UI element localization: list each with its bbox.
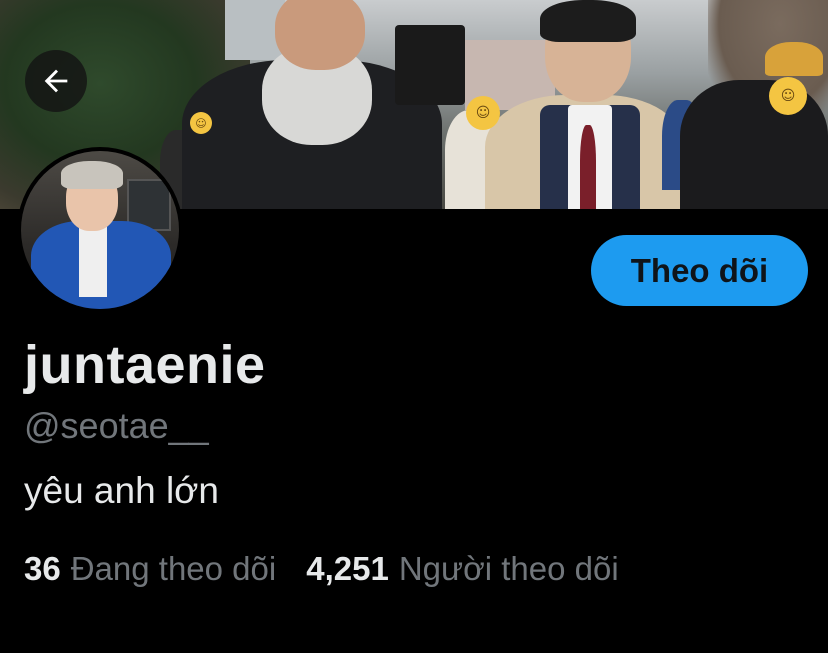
smile-emoji-icon: ☺ bbox=[466, 96, 500, 130]
avatar-shirt bbox=[79, 227, 107, 297]
display-name: juntaenie bbox=[24, 335, 266, 395]
banner-person bbox=[765, 42, 823, 76]
smile-emoji-icon: ☺ bbox=[769, 77, 807, 115]
followers-count: 4,251 bbox=[306, 550, 389, 587]
back-button[interactable] bbox=[25, 50, 87, 112]
banner-person bbox=[275, 0, 365, 70]
arrow-left-icon bbox=[39, 64, 73, 98]
smile-emoji-icon: ☺ bbox=[190, 112, 212, 134]
banner-person bbox=[580, 125, 596, 209]
avatar[interactable] bbox=[17, 147, 183, 313]
banner-person bbox=[540, 0, 636, 42]
avatar-cap bbox=[61, 161, 123, 189]
followers-stat[interactable]: 4,251 Người theo dõi bbox=[306, 550, 618, 588]
following-count: 36 bbox=[24, 550, 61, 587]
user-handle: @seotae__ bbox=[24, 405, 209, 446]
following-stat[interactable]: 36 Đang theo dõi bbox=[24, 550, 276, 588]
profile-stats: 36 Đang theo dõi 4,251 Người theo dõi bbox=[24, 550, 649, 588]
follow-button[interactable]: Theo dõi bbox=[591, 235, 808, 306]
followers-label: Người theo dõi bbox=[398, 550, 619, 587]
profile-bio: yêu anh lớn bbox=[24, 470, 220, 511]
banner-camera bbox=[395, 25, 465, 105]
avatar-photo bbox=[21, 151, 179, 309]
following-label: Đang theo dõi bbox=[70, 550, 277, 587]
